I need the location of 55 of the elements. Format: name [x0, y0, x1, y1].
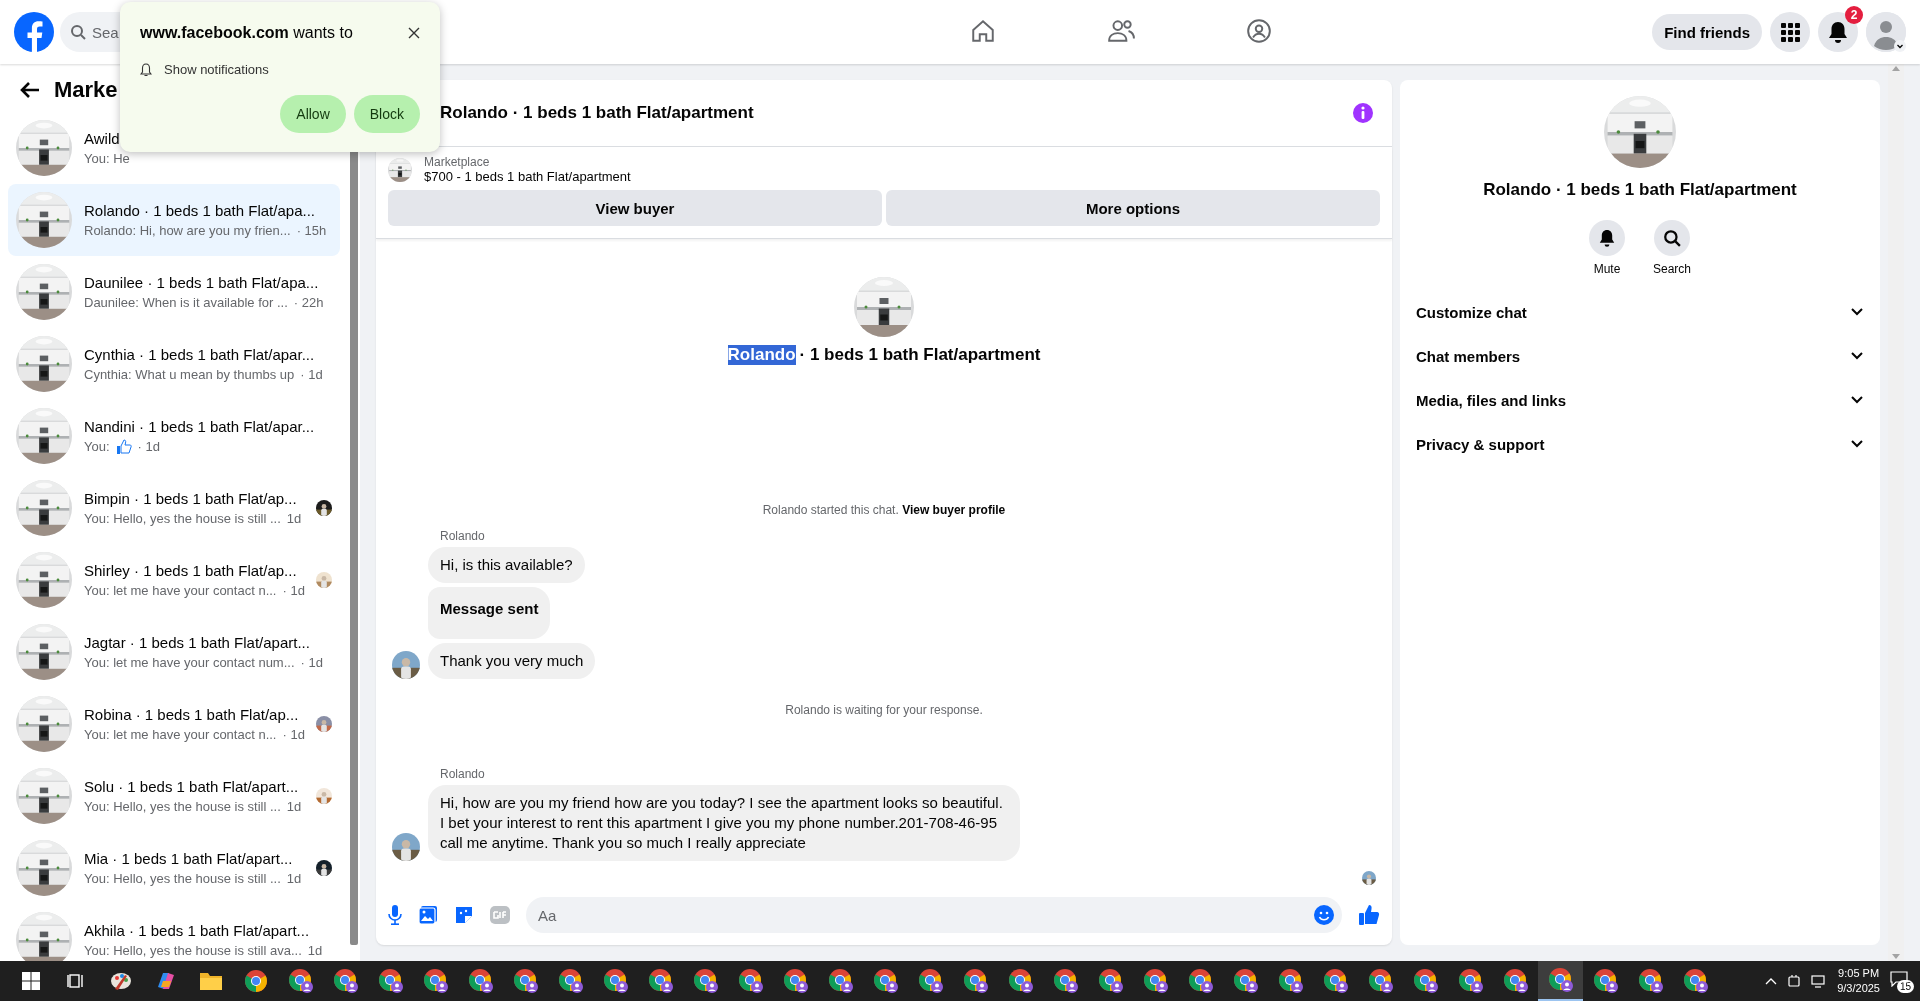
message-bubble: Hi, is this available?	[428, 547, 585, 583]
notification-badge: 2	[1845, 6, 1863, 24]
listing-label: Marketplace	[424, 155, 491, 169]
page-title: Marke	[54, 77, 118, 103]
message-preview: Rolando: Hi, how are you my frien...	[84, 223, 291, 238]
conversation-title: Jagtar · 1 beds 1 bath Flat/apart...	[84, 634, 311, 651]
message-time: 1d	[286, 511, 302, 526]
message-time: 1d	[286, 871, 302, 886]
conversation-title: Solu · 1 beds 1 bath Flat/apart...	[84, 778, 300, 795]
conversation-title: Rolando · 1 beds 1 bath Flat/apa...	[84, 202, 316, 219]
message-preview: Cynthia: What u mean by thumbs up	[84, 367, 295, 382]
message-bubble: Thank you very much	[428, 643, 596, 679]
permission-text: Show notifications	[164, 62, 269, 77]
conversation-title: Cynthia · 1 beds 1 bath Flat/apar...	[84, 346, 316, 363]
conversation-title: Mia · 1 beds 1 bath Flat/apart...	[84, 850, 294, 867]
conversation-title: Bimpin · 1 beds 1 bath Flat/ap...	[84, 490, 298, 507]
message-preview: You: let me have your contact num...	[84, 655, 295, 670]
message-time: · 22h	[293, 295, 324, 310]
message-preview: You: He	[84, 151, 130, 166]
chat-title: Rolando · 1 beds 1 bath Flat/apartment	[440, 103, 754, 123]
conversation-title: Robina · 1 beds 1 bath Flat/ap...	[84, 706, 300, 723]
message-time: · 1d	[300, 655, 323, 670]
message-bubble: Hi, how are you my friend how are you today? I see the apartment looks so beautiful. I bet your interest to rent this apartment I give you my phone number.201-708-46-95 call me anytime. Thank you so much I really appreciate	[428, 785, 1020, 861]
message-preview: You: Hello, yes the house is still ...	[84, 511, 281, 526]
sender-name: Rolando	[440, 767, 486, 781]
system-message: Rolando started this chat.	[762, 503, 899, 517]
message-time: · 1d	[282, 583, 305, 598]
conversation-title: Nandini · 1 beds 1 bath Flat/apar...	[84, 417, 316, 435]
conversation-title: Akhila · 1 beds 1 bath Flat/apart...	[84, 922, 311, 939]
message-time: 1d	[307, 943, 323, 958]
sender-name: Rolando	[440, 529, 486, 543]
conversation-title: Daunilee · 1 beds 1 bath Flat/apa...	[84, 274, 320, 291]
conversation-title: Shirley · 1 beds 1 bath Flat/ap...	[84, 562, 298, 579]
message-bubble: Message sent	[428, 587, 551, 639]
message-time: · 1d	[137, 439, 160, 454]
system-message: Rolando is waiting for your response.	[785, 703, 983, 717]
listing-summary: $700 - 1 beds 1 bath Flat/apartment	[424, 169, 631, 184]
message-preview: You: Hello, yes the house is still ...	[84, 871, 281, 886]
message-preview: You: Hello, yes the house is still ...	[84, 799, 281, 814]
message-preview: You: let me have your contact n...	[84, 727, 277, 742]
selected-text: Rolando	[727, 345, 796, 365]
permission-title: www.facebook.com wants to	[140, 24, 353, 42]
message-time: · 1d	[282, 727, 305, 742]
action-label: Search	[1653, 262, 1691, 276]
message-time: 1d	[286, 799, 302, 814]
conversation-title: Awild	[84, 130, 121, 147]
message-preview: You:	[84, 439, 110, 454]
chat-title: Rolando · 1 beds 1 bath Flat/apartment	[1483, 180, 1797, 200]
message-preview: You: Hello, yes the house is still ava...	[84, 943, 302, 958]
message-time: · 15h	[296, 223, 327, 238]
message-preview: Daunilee: When is it available for ...	[84, 295, 288, 310]
chat-heading: · 1 beds 1 bath Flat/apartment	[799, 345, 1041, 365]
message-preview: You: let me have your contact n...	[84, 583, 277, 598]
action-label: Mute	[1593, 262, 1621, 276]
message-time: · 1d	[300, 367, 323, 382]
